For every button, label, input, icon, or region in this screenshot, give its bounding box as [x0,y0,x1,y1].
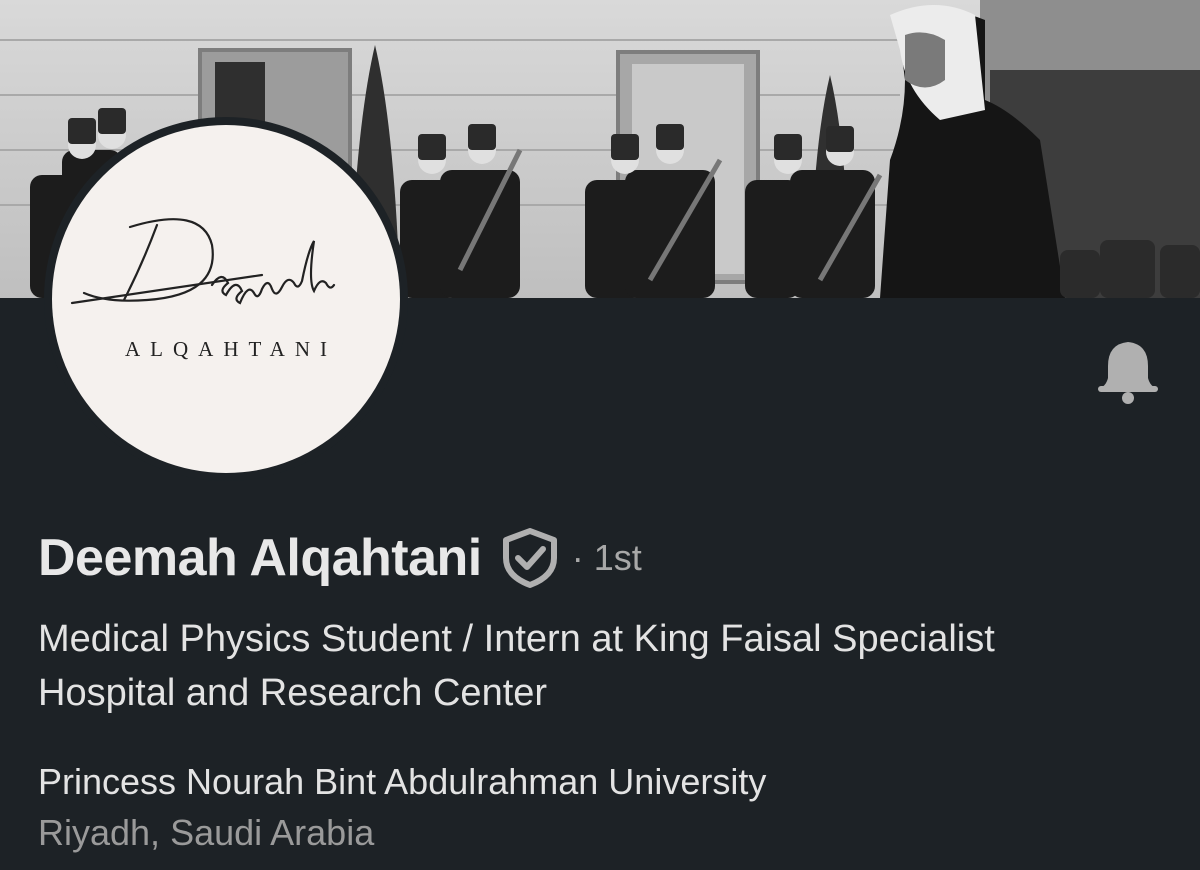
bell-icon[interactable] [1096,338,1160,404]
profile-card: ALQAHTANI Deemah Alqahtani · 1st Medical… [0,0,1200,870]
profile-headline: Medical Physics Student / Intern at King… [38,618,995,714]
shield-check-icon[interactable] [502,528,558,588]
avatar-logo: ALQAHTANI [52,125,400,473]
signature-logo-image [70,218,336,305]
profile-location: Riyadh, Saudi Arabia [38,812,375,853]
profile-education[interactable]: Princess Nourah Bint Abdulrahman Univers… [38,757,766,807]
profile-avatar[interactable]: ALQAHTANI [44,117,408,481]
name-row: Deemah Alqahtani · 1st [38,528,642,588]
profile-name[interactable]: Deemah Alqahtani [38,528,482,588]
avatar-subtitle: ALQAHTANI [125,337,337,361]
connection-degree: · 1st [571,537,642,578]
